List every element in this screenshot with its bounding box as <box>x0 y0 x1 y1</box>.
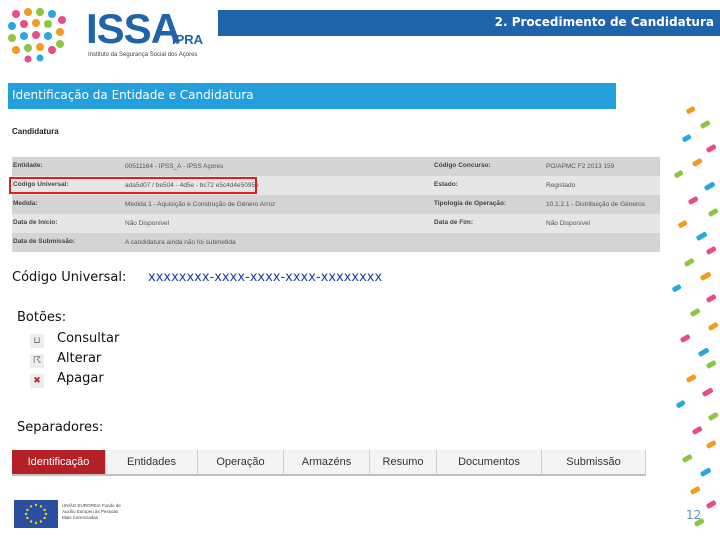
field-value: Registado <box>546 182 576 189</box>
button-label: Alterar <box>57 351 102 366</box>
edit-icon: ☈ <box>30 354 44 368</box>
eu-flag-icon <box>14 500 58 528</box>
tab-entidades[interactable]: Entidades <box>106 450 198 474</box>
field-value: Não Disponível <box>125 220 170 227</box>
tab-strip: Identificação Entidades Operação Armazén… <box>12 450 646 476</box>
button-label: Consultar <box>57 331 120 346</box>
field-value: 00511164 - IPSS_A - IPSS Açores <box>125 163 224 170</box>
logo-tagline: Instituto da Segurança Social dos Açores <box>88 52 198 58</box>
field-label: Data de Início: <box>13 219 58 226</box>
delete-icon: ✖ <box>30 374 44 388</box>
tab-documentos[interactable]: Documentos <box>437 450 542 474</box>
decorative-pattern <box>672 106 719 527</box>
code-label: Código Universal: <box>12 270 127 285</box>
field-row-medida: Medida: Medida 1 - Aquisição e Construçã… <box>12 195 660 214</box>
code-value: xxxxxxxx-xxxx-xxxx-xxxx-xxxxxxxx <box>148 270 383 285</box>
field-value: Medida 1 - Aquisição e Construção de Gén… <box>125 201 276 208</box>
section-title: Identificação da Entidade e Candidatura <box>12 88 254 102</box>
buttons-heading: Botões: <box>17 310 67 325</box>
slide-title: 2. Procedimento de Candidatura <box>494 15 714 29</box>
tab-submissao[interactable]: Submissão <box>542 450 646 474</box>
highlight-box <box>9 177 257 194</box>
field-label: Tipologia de Operação: <box>434 200 507 207</box>
field-value: 10.1.2.1 - Distribuição de Géneros <box>546 201 645 208</box>
issa-logo-dots <box>8 8 66 63</box>
issa-logo-text: ISSA <box>86 5 181 52</box>
separators-heading: Separadores: <box>17 420 104 435</box>
button-label: Apagar <box>57 371 104 386</box>
field-row-entidade: Entidade: 00511164 - IPSS_A - IPSS Açore… <box>12 157 660 176</box>
field-value: Não Disponível <box>546 220 591 227</box>
field-label: Estado: <box>434 181 458 188</box>
tab-identificacao[interactable]: Identificação <box>12 450 106 474</box>
field-label: Código Concurso: <box>434 162 491 169</box>
consult-icon: ⊔ <box>30 334 44 348</box>
tab-resumo[interactable]: Resumo <box>370 450 437 474</box>
field-value: A candidatura ainda não foi submetida <box>125 239 236 246</box>
field-row-submissao: Data de Submissão: A candidatura ainda n… <box>12 233 660 252</box>
candidatura-heading: Candidatura <box>12 127 59 136</box>
field-row-datas: Data de Início: Não Disponível Data de F… <box>12 214 660 233</box>
field-value: PO/APMC F2 2013 159 <box>546 163 615 170</box>
ipra-logo-text: IPRA <box>172 32 204 47</box>
tab-armazens[interactable]: Armazéns <box>284 450 370 474</box>
field-label: Data de Fim: <box>434 219 474 226</box>
field-label: Entidade: <box>13 162 43 169</box>
field-label: Data de Submissão: <box>13 238 76 245</box>
eu-funding-text: UNIÃO EUROPEIA Fundo de Auxílio Europeu … <box>62 503 121 520</box>
tab-operacao[interactable]: Operação <box>198 450 284 474</box>
field-label: Medida: <box>13 200 38 207</box>
